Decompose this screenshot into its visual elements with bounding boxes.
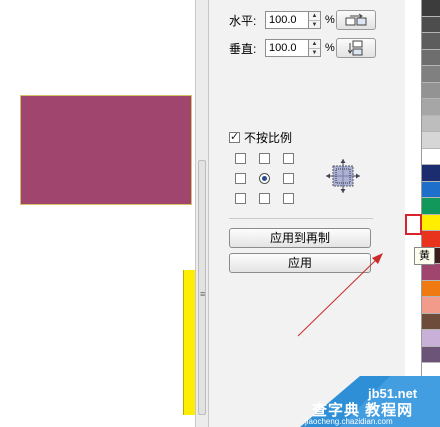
grip-handle-icon[interactable]: ≡ bbox=[200, 289, 205, 299]
mirror-vertical-button[interactable] bbox=[335, 38, 376, 58]
drawing-canvas[interactable] bbox=[0, 0, 195, 427]
color-swatch[interactable] bbox=[422, 16, 440, 33]
color-swatch[interactable] bbox=[422, 0, 440, 17]
vertical-label: 垂直: bbox=[229, 41, 257, 56]
color-swatch[interactable] bbox=[422, 297, 440, 314]
vertical-scale-input[interactable] bbox=[265, 39, 309, 57]
color-swatch[interactable] bbox=[422, 33, 440, 50]
docker-scrollbar[interactable]: ≡ bbox=[198, 160, 206, 415]
horizontal-unit: % bbox=[325, 14, 335, 26]
apply-button[interactable]: 应用 bbox=[229, 253, 371, 273]
watermark-url: jiaocheng.chazidian.com bbox=[305, 417, 393, 426]
horizontal-scale-input[interactable] bbox=[265, 11, 309, 29]
mirror-horizontal-icon bbox=[345, 13, 367, 26]
color-swatch[interactable] bbox=[422, 181, 440, 198]
color-swatch[interactable] bbox=[422, 66, 440, 83]
yellow-rectangle[interactable] bbox=[183, 270, 195, 415]
proportional-label: 不按比例 bbox=[244, 131, 293, 145]
color-swatch[interactable] bbox=[422, 115, 440, 132]
anchor-top-left[interactable] bbox=[235, 153, 246, 164]
apply-to-duplicate-button[interactable]: 应用到再制 bbox=[229, 228, 371, 248]
vertical-scale-row: 垂直: ▲ ▼ % bbox=[229, 38, 376, 58]
horizontal-scale-row: 水平: ▲ ▼ % bbox=[229, 10, 376, 30]
color-swatch[interactable] bbox=[422, 313, 440, 330]
vertical-scale-spinner[interactable]: ▲ ▼ bbox=[309, 39, 321, 57]
color-swatch[interactable] bbox=[422, 99, 440, 116]
anchor-bottom-left[interactable] bbox=[235, 193, 246, 204]
scale-mirror-docker: 水平: ▲ ▼ % 垂直: ▲ ▼ % bbox=[209, 0, 405, 427]
color-swatch[interactable] bbox=[422, 198, 440, 215]
color-swatch-selected[interactable] bbox=[422, 214, 440, 231]
color-swatch[interactable] bbox=[422, 280, 440, 297]
spinner-up-icon[interactable]: ▲ bbox=[309, 40, 320, 48]
color-swatch[interactable] bbox=[422, 132, 440, 149]
color-swatch[interactable] bbox=[422, 330, 440, 347]
anchor-top-center[interactable] bbox=[259, 153, 270, 164]
color-swatch[interactable] bbox=[422, 264, 440, 281]
color-swatch[interactable] bbox=[422, 165, 440, 182]
color-swatch[interactable] bbox=[422, 82, 440, 99]
color-palette bbox=[421, 0, 440, 400]
color-swatch[interactable] bbox=[422, 148, 440, 165]
anchor-middle-left[interactable] bbox=[235, 173, 246, 184]
anchor-middle-right[interactable] bbox=[283, 173, 294, 184]
horizontal-scale-spinner[interactable]: ▲ ▼ bbox=[309, 11, 321, 29]
spinner-down-icon[interactable]: ▼ bbox=[309, 20, 320, 29]
mirror-horizontal-button[interactable] bbox=[335, 10, 376, 30]
anchor-point-grid bbox=[235, 153, 294, 204]
docker-splitter[interactable]: ≡ bbox=[195, 0, 209, 427]
color-tooltip: 黄 bbox=[414, 247, 435, 265]
anchor-top-right[interactable] bbox=[283, 153, 294, 164]
vertical-unit: % bbox=[325, 42, 335, 54]
color-swatch[interactable] bbox=[422, 346, 440, 363]
horizontal-label: 水平: bbox=[229, 13, 257, 28]
spinner-down-icon[interactable]: ▼ bbox=[309, 48, 320, 57]
spinner-up-icon[interactable]: ▲ bbox=[309, 12, 320, 20]
anchor-bottom-right[interactable] bbox=[283, 193, 294, 204]
proportional-option[interactable]: 不按比例 bbox=[229, 129, 292, 146]
proportional-checkbox[interactable] bbox=[229, 130, 240, 143]
mirror-vertical-icon bbox=[347, 40, 363, 56]
color-swatch[interactable] bbox=[422, 231, 440, 248]
anchor-preview-icon bbox=[326, 159, 360, 193]
purple-rectangle[interactable] bbox=[20, 95, 192, 205]
anchor-center[interactable] bbox=[259, 173, 270, 184]
anchor-bottom-center[interactable] bbox=[259, 193, 270, 204]
color-swatch[interactable] bbox=[422, 49, 440, 66]
selected-swatch-highlight bbox=[405, 214, 422, 235]
section-divider bbox=[229, 218, 373, 219]
